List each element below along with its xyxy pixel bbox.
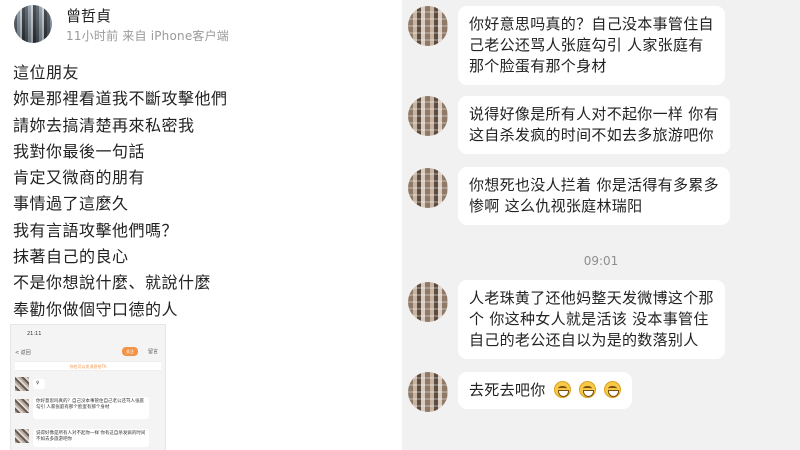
message-line: 那个脸蛋有那个身材 bbox=[469, 57, 607, 75]
chat-timestamp: 09:01 bbox=[583, 254, 619, 268]
thumb-more-label: 留言 bbox=[148, 349, 159, 355]
message-line: 惨啊 这么仇视张庭林瑞阳 bbox=[469, 197, 643, 215]
grin-emoji-icon bbox=[603, 381, 621, 398]
sender-avatar[interactable] bbox=[408, 372, 448, 412]
message-line: 你好意思吗真的？自己没本事管住自 bbox=[469, 15, 714, 33]
chat-message-bubble[interactable]: 你想死也没人拦着 你是活得有多累多 惨啊 这么仇视张庭林瑞阳 bbox=[458, 167, 730, 225]
message-line: 去死去吧你 bbox=[469, 381, 546, 399]
attached-screenshot-thumbnail[interactable]: 21:11 < 返回 关注 留言 你也可以发消息给TA ♀ 你好意思吗真的？自己… bbox=[10, 324, 166, 450]
post-line: 請妳去搞清楚再來私密我 bbox=[13, 115, 195, 135]
post-line: 奉勸你做個守口德的人 bbox=[13, 299, 179, 319]
thumb-back-button: < 返回 bbox=[15, 350, 31, 356]
post-line: 妳是那裡看道我不斷攻擊他們 bbox=[13, 89, 228, 109]
post-line: 我有言語攻擊他們嗎？ bbox=[13, 220, 179, 240]
chat-message-bubble[interactable]: 你好意思吗真的？自己没本事管住自 己老公还骂人张庭勾引 人家张庭有 那个脸蛋有那… bbox=[458, 6, 725, 85]
message-line: 个 你这种女人就是活该 没本事管住 bbox=[469, 310, 709, 328]
sender-avatar[interactable] bbox=[408, 96, 448, 136]
post-line: 抹著自己的良心 bbox=[13, 247, 129, 267]
message-line: 自己的老公还自以为是的数落别人 bbox=[469, 331, 699, 349]
chat-message-bubble[interactable]: 说得好像是所有人对不起你一样 你有 这自杀发疯的时间不如去多旅游吧你 bbox=[458, 96, 730, 154]
thumb-status-time: 21:11 bbox=[27, 331, 42, 337]
sender-avatar[interactable] bbox=[408, 282, 448, 322]
message-line: 你想死也没人拦着 你是活得有多累多 bbox=[469, 176, 719, 194]
thumb-follow-button: 关注 bbox=[122, 347, 138, 356]
post-line: 這位朋友 bbox=[13, 63, 80, 82]
chat-message-bubble[interactable]: 人老珠黄了还他妈整天发微博这个那 个 你这种女人就是活该 没本事管住 自己的老公… bbox=[458, 280, 725, 359]
thumb-message: ♀ bbox=[33, 379, 45, 389]
user-name[interactable]: 曾哲貞 bbox=[66, 5, 111, 26]
chat-message-bubble[interactable]: 去死去吧你 bbox=[458, 372, 632, 409]
message-line: 己老公还骂人张庭勾引 人家张庭有 bbox=[469, 36, 704, 54]
message-line: 人老珠黄了还他妈整天发微博这个那 bbox=[469, 289, 714, 307]
post-body: 這位朋友 妳是那裡看道我不斷攻擊他們 請妳去搞清楚再來私密我 我對你最後一句話 … bbox=[13, 60, 393, 323]
weibo-post-panel: 曾哲貞 11小时前 来自 iPhone客户端 這位朋友 妳是那裡看道我不斷攻擊他… bbox=[0, 0, 400, 450]
post-line: 不是你想說什麼、就說什麼 bbox=[13, 273, 212, 293]
thumb-notice-bar: 你也可以发消息给TA bbox=[15, 361, 161, 371]
thumb-message: 你好意思吗真的？自己没本事管住自己老公还骂人张庭勾引 人家张庭有那个脸蛋有那个身… bbox=[33, 397, 149, 419]
message-line: 说得好像是所有人对不起你一样 你有 bbox=[469, 105, 719, 123]
post-line: 我對你最後一句話 bbox=[13, 141, 146, 161]
post-line: 事情過了這麼久 bbox=[13, 194, 129, 214]
grin-emoji-icon bbox=[578, 381, 596, 398]
grin-emoji-icon bbox=[553, 381, 571, 398]
thumb-avatar bbox=[15, 377, 29, 391]
thumb-avatar bbox=[15, 429, 29, 443]
post-meta: 11小时前 来自 iPhone客户端 bbox=[66, 29, 230, 43]
user-avatar[interactable] bbox=[14, 5, 52, 43]
thumb-message: 说得好像是所有人对不起你一样 你有这自杀发疯的时间不如去多旅游吧你 bbox=[33, 429, 149, 447]
post-line: 肯定又微商的朋有 bbox=[13, 168, 146, 188]
thumb-avatar bbox=[15, 399, 29, 413]
message-line: 这自杀发疯的时间不如去多旅游吧你 bbox=[469, 126, 714, 144]
chat-panel: 你好意思吗真的？自己没本事管住自 己老公还骂人张庭勾引 人家张庭有 那个脸蛋有那… bbox=[402, 0, 800, 450]
sender-avatar[interactable] bbox=[408, 168, 448, 208]
sender-avatar[interactable] bbox=[408, 6, 448, 46]
